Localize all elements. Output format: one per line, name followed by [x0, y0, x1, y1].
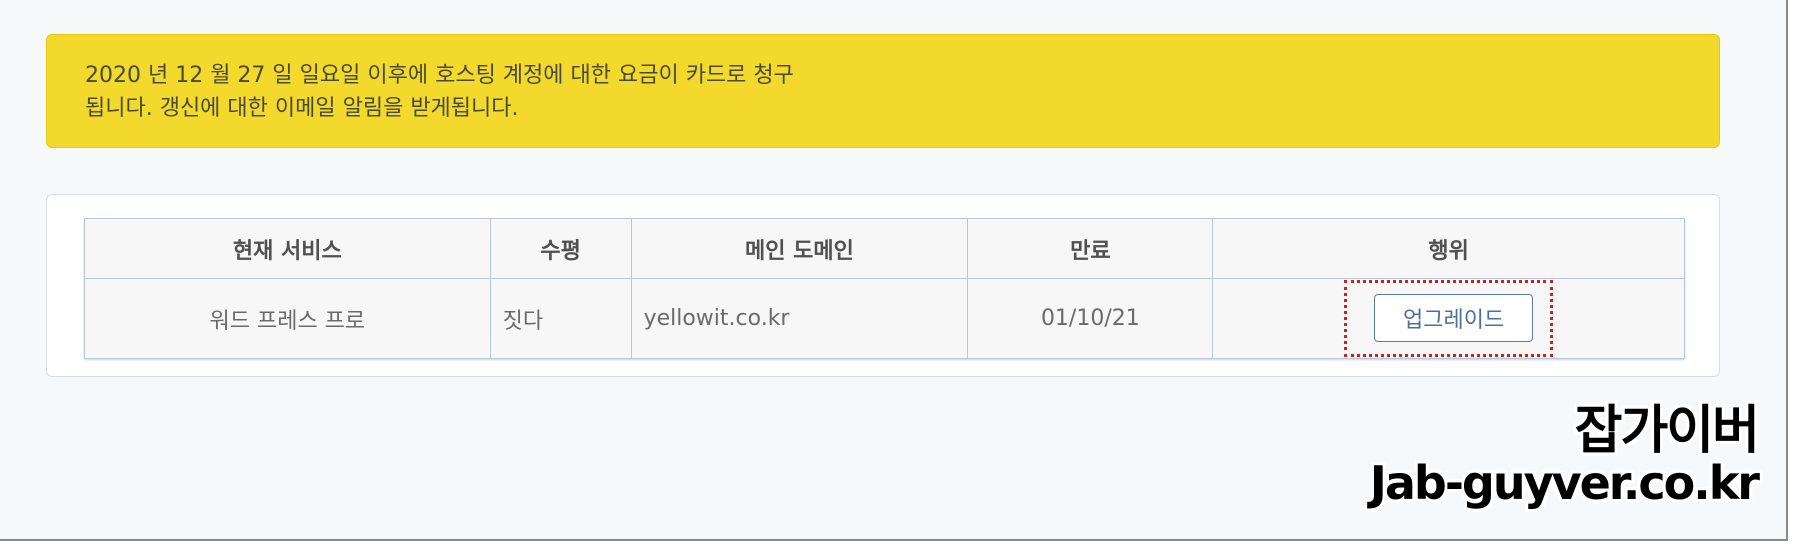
notice-line-1: 2020 년 12 월 27 일 일요일 이후에 호스팅 계정에 대한 요금이 …	[85, 63, 794, 88]
services-table: 현재 서비스 수평 메인 도메인 만료 행위 워드 프레스 프로 짓다 yell…	[84, 218, 1685, 359]
column-header-domain: 메인 도메인	[630, 218, 969, 279]
watermark-site: Jab-guyver.co.kr	[1369, 456, 1760, 510]
cell-service: 워드 프레스 프로	[84, 278, 491, 359]
page: 2020 년 12 월 27 일 일요일 이후에 호스팅 계정에 대한 요금이 …	[0, 0, 1788, 541]
column-header-level: 수평	[489, 218, 632, 279]
column-header-expires: 만료	[967, 218, 1214, 279]
watermark-korean: 잡가이버	[1574, 401, 1760, 461]
services-panel: 현재 서비스 수평 메인 도메인 만료 행위 워드 프레스 프로 짓다 yell…	[46, 194, 1720, 377]
highlight-dotted-box: 업그레이드	[1344, 280, 1554, 357]
cell-action: 업그레이드	[1212, 278, 1685, 359]
column-header-service: 현재 서비스	[84, 218, 491, 279]
cell-expires: 01/10/21	[967, 278, 1214, 359]
cell-domain: yellowit.co.kr	[630, 278, 969, 359]
upgrade-button[interactable]: 업그레이드	[1374, 294, 1534, 342]
cell-level: 짓다	[489, 278, 632, 359]
table-row: 워드 프레스 프로 짓다 yellowit.co.kr 01/10/21 업그레…	[84, 278, 1685, 359]
column-header-action: 행위	[1212, 218, 1685, 279]
renewal-notice-banner: 2020 년 12 월 27 일 일요일 이후에 호스팅 계정에 대한 요금이 …	[46, 34, 1720, 148]
table-header-row: 현재 서비스 수평 메인 도메인 만료 행위	[84, 218, 1685, 279]
notice-line-2: 됩니다. 갱신에 대한 이메일 알림을 받게됩니다.	[85, 96, 519, 121]
